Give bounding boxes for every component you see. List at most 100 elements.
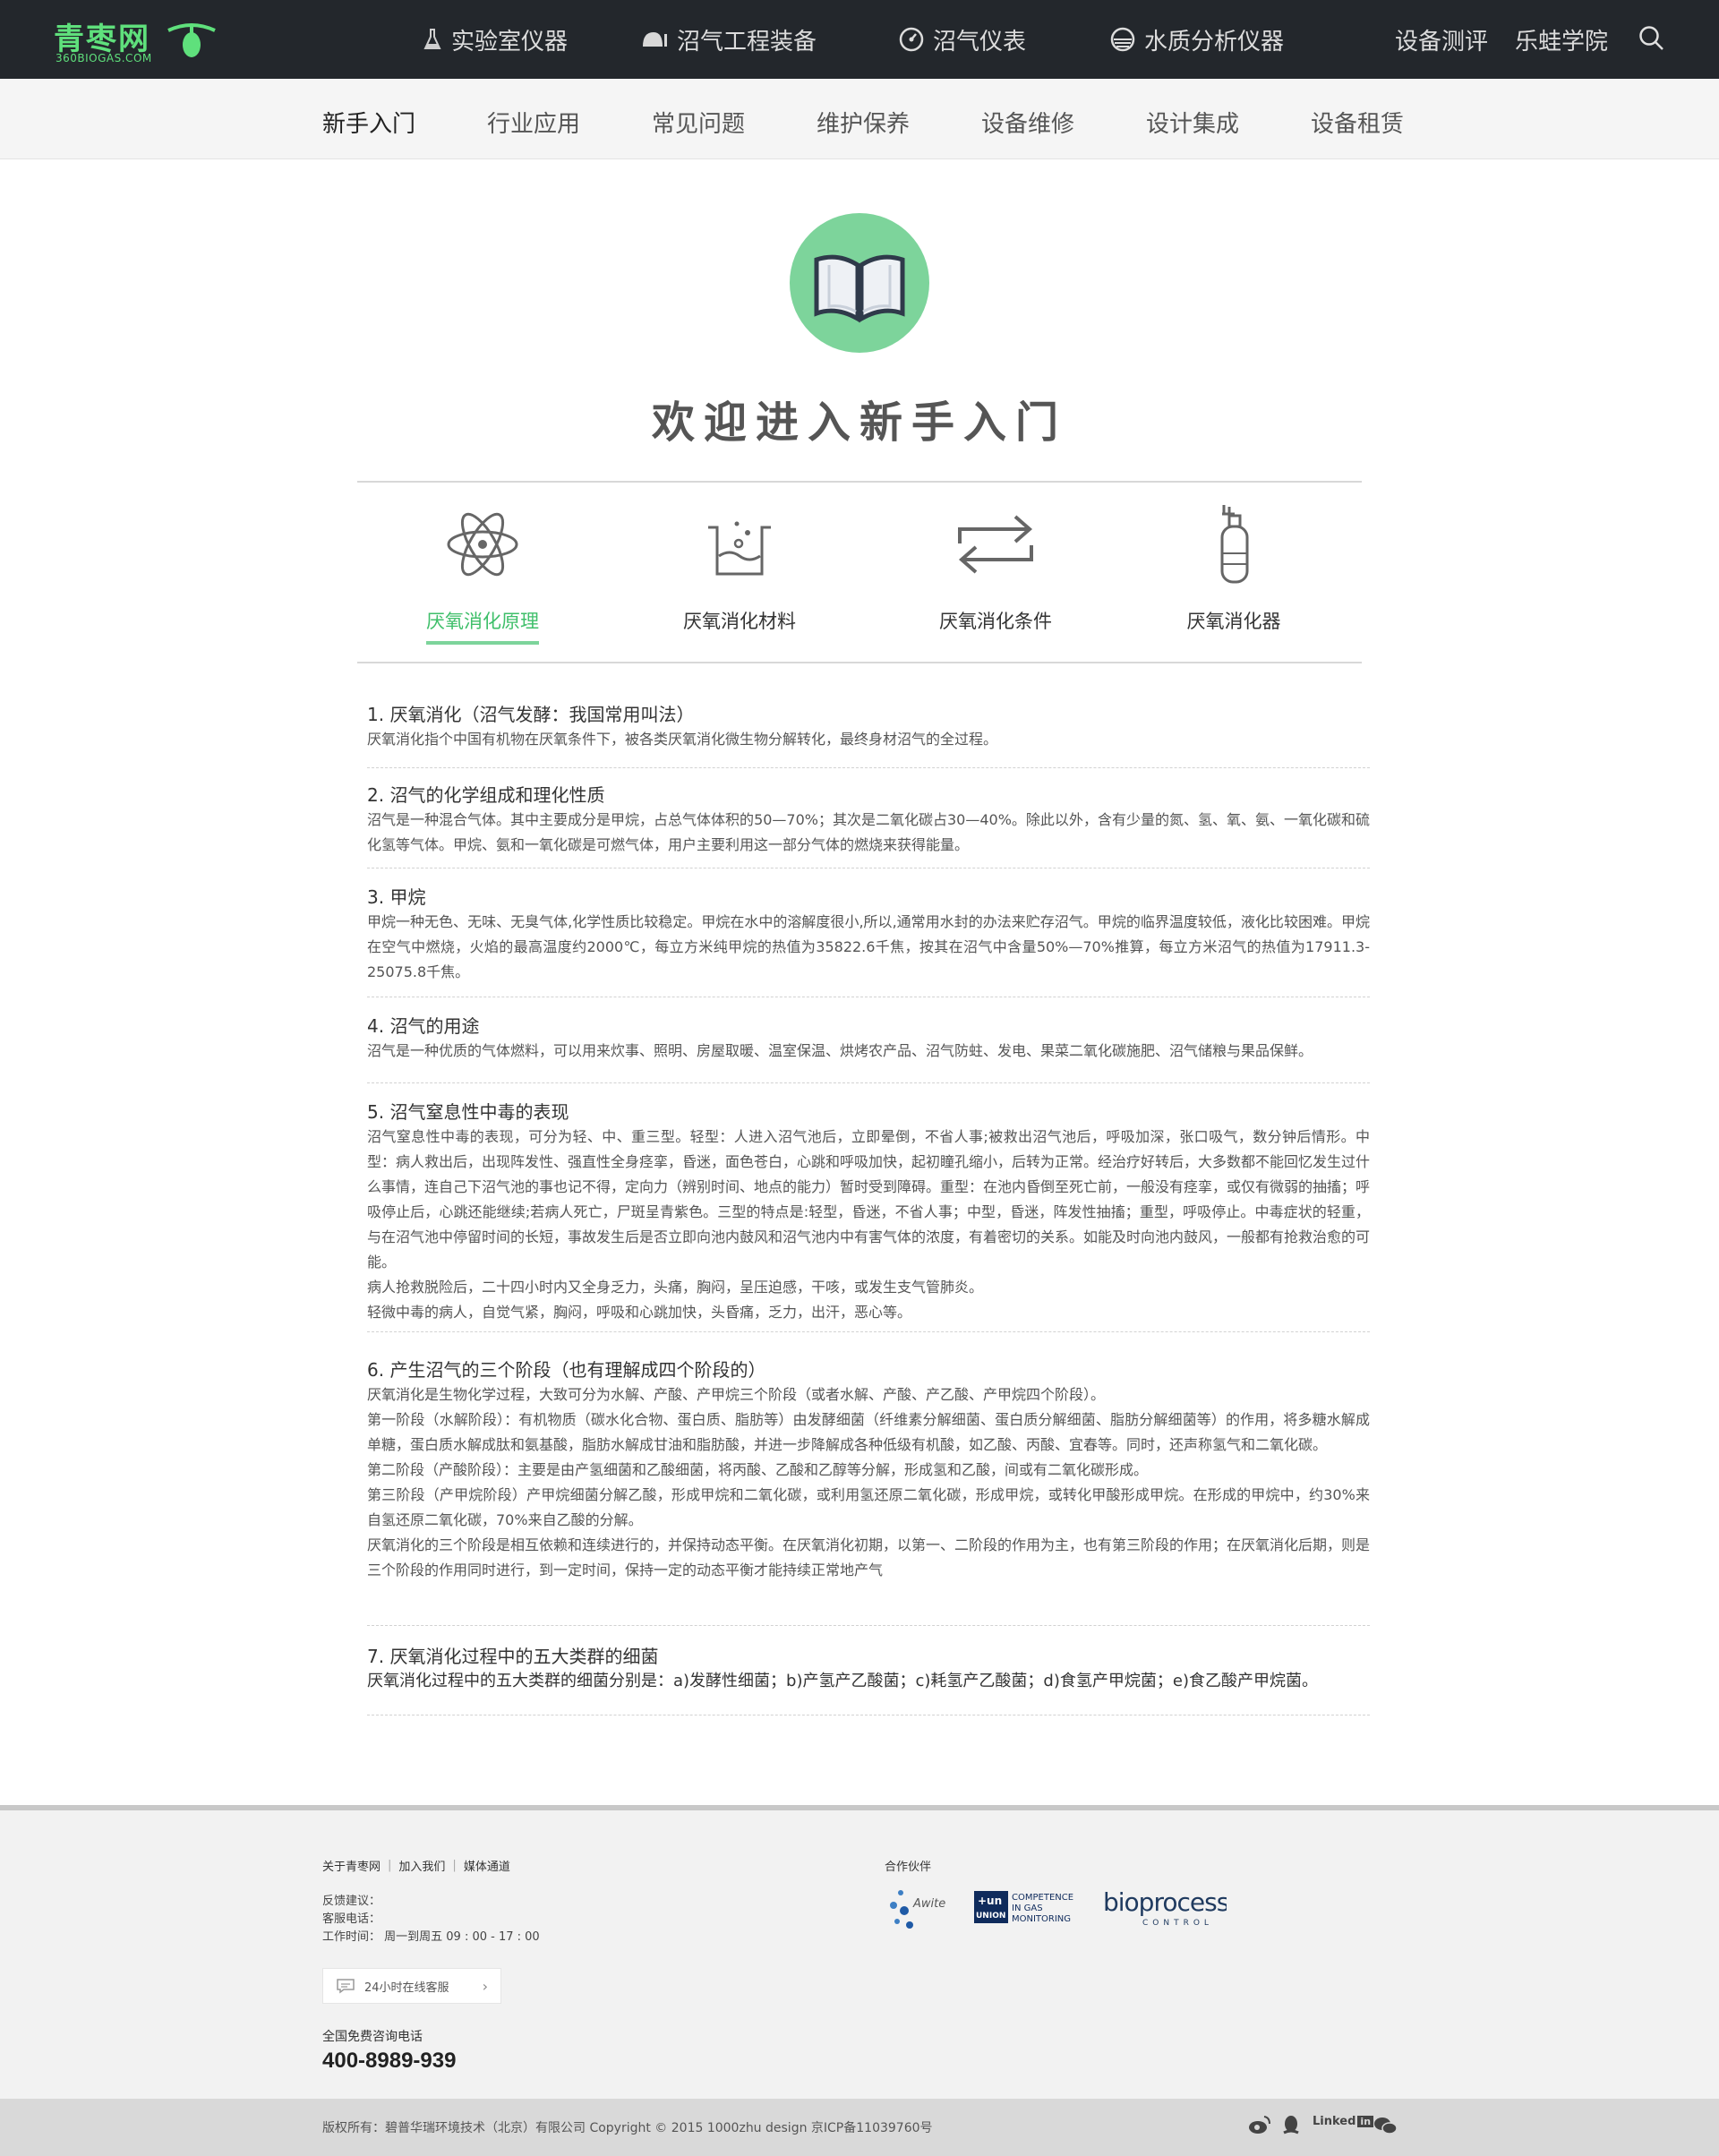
- article-section: 1. 厌氧消化（沼气发酵：我国常用叫法） 厌氧消化指个中国有机物在厌氧条件下，被…: [367, 702, 1370, 768]
- category-tab-digester[interactable]: 厌氧消化器: [1135, 501, 1332, 641]
- water-icon: [1110, 27, 1135, 52]
- footer-links: 关于青枣网 | 加入我们 | 媒体通道: [322, 1857, 510, 1874]
- section-title: 5. 沼气窒息性中毒的表现: [367, 1101, 569, 1123]
- top-navigation-bar: 青枣网 360BIOGAS.COM 实验室仪器 沼气工程装备 沼气仪表 水质分析…: [0, 0, 1719, 79]
- site-logo[interactable]: 青枣网 360BIOGAS.COM: [54, 14, 233, 64]
- section-text: 沼气窒息性中毒的表现，可分为轻、中、重三型。轻型：人进入沼气池后，立即晕倒，不省…: [367, 1128, 1371, 1270]
- separator: |: [388, 1859, 392, 1872]
- wechat-icon[interactable]: [1373, 2115, 1398, 2136]
- section-text: 第一阶段（水解阶段）：有机物质（碳水化合物、蛋白质、脂肪等）由发酵细菌（纤维素分…: [367, 1411, 1370, 1453]
- section-text: 沼气是一种混合气体。其中主要成分是甲烷，占总气体体积的50—70%；其次是二氧化…: [367, 811, 1370, 853]
- chat-icon: [337, 1979, 355, 1994]
- topnav-biogas-equipment[interactable]: 沼气工程装备: [641, 0, 817, 79]
- tank-icon: [641, 29, 668, 50]
- article-section: 7. 厌氧消化过程中的五大类群的细菌 厌氧消化过程中的五大类群的细菌分别是：a)…: [367, 1644, 1370, 1715]
- svg-text:IN GAS: IN GAS: [1012, 1904, 1043, 1913]
- section-text: 第二阶段（产酸阶段）：主要是由产氢细菌和乙酸细菌，将丙酸、乙酸和乙醇等分解，形成…: [367, 1461, 1149, 1478]
- divider: [357, 481, 1362, 483]
- hotline-label: 全国免费咨询电话: [322, 2030, 423, 2044]
- section-title: 6. 产生沼气的三个阶段（也有理解成四个阶段的）: [367, 1359, 766, 1381]
- weibo-icon[interactable]: [1248, 2115, 1271, 2135]
- divider: [357, 662, 1362, 663]
- copyright-text: 版权所有：碧普华瑞环境技术（北京）有限公司 Copyright © 2015 1…: [322, 2121, 933, 2135]
- svg-text:UNION: UNION: [976, 1912, 1005, 1921]
- topnav-biogas-meters[interactable]: 沼气仪表: [899, 0, 1026, 79]
- subnav-design-integration[interactable]: 设计集成: [1146, 106, 1239, 139]
- section-text: 第三阶段（产甲烷阶段）产甲烷细菌分解乙酸，形成甲烷和二氧化碳，或利用氢还原二氧化…: [367, 1486, 1370, 1528]
- search-icon[interactable]: [1638, 25, 1665, 56]
- svg-text:Awite: Awite: [912, 1897, 945, 1911]
- subnav-equipment-repair[interactable]: 设备维修: [981, 106, 1074, 139]
- section-text: 沼气是一种优质的气体燃料，可以用来炊事、照明、房屋取暖、温室保温、烘烤农产品、沼…: [367, 1042, 1313, 1059]
- section-text: 厌氧消化是生物化学过程，大致可分为水解、产酸、产甲烷三个阶段（或者水解、产酸、产…: [367, 1386, 1106, 1403]
- linkedin-icon[interactable]: Linked in: [1313, 2115, 1374, 2128]
- subnav-getting-started[interactable]: 新手入门: [322, 106, 415, 139]
- article-section: 6. 产生沼气的三个阶段（也有理解成四个阶段的） 厌氧消化是生物化学过程，大致可…: [367, 1357, 1370, 1626]
- gauge-icon: [899, 27, 924, 52]
- category-label: 厌氧消化条件: [939, 611, 1052, 632]
- section-title: 4. 沼气的用途: [367, 1015, 480, 1037]
- sub-navigation: 新手入门 行业应用 常见问题 维护保养 设备维修 设计集成 设备租赁: [0, 79, 1719, 159]
- copyright-bar: 版权所有：碧普华瑞环境技术（北京）有限公司 Copyright © 2015 1…: [0, 2099, 1719, 2156]
- jujube-logo-icon: [167, 23, 216, 57]
- subnav-maintenance[interactable]: 维护保养: [817, 106, 910, 139]
- linkedin-text: Linked: [1313, 2115, 1356, 2128]
- article-section: 5. 沼气窒息性中毒的表现 沼气窒息性中毒的表现，可分为轻、中、重三型。轻型：人…: [367, 1099, 1370, 1332]
- service-phone-label: 客服电话：: [322, 1912, 381, 1926]
- logo-domain: 360BIOGAS.COM: [56, 52, 152, 64]
- section-title: 2. 沼气的化学组成和理化性质: [367, 784, 605, 806]
- section-text: 甲烷一种无色、无味、无臭气体,化学性质比较稳定。甲烷在水中的溶解度很小,所以,通…: [367, 913, 1370, 980]
- gas-cylinder-icon: [1135, 501, 1332, 587]
- topnav-lab-instruments[interactable]: 实验室仪器: [423, 0, 568, 79]
- topnav-water-analysis[interactable]: 水质分析仪器: [1110, 0, 1284, 79]
- section-text: 厌氧消化的三个阶段是相互依赖和连续进行的，并保持动态平衡。在厌氧消化初期，以第一…: [367, 1536, 1371, 1578]
- linkedin-in-glyph: in: [1357, 2116, 1374, 2127]
- category-tab-materials[interactable]: 厌氧消化材料: [641, 501, 838, 641]
- svg-text:MONITORING: MONITORING: [1012, 1914, 1071, 1924]
- working-hours: 工作时间： 周一到周五 09 : 00 - 17 : 00: [322, 1930, 540, 1944]
- topnav-label: 实验室仪器: [451, 28, 569, 56]
- article-section: 2. 沼气的化学组成和理化性质 沼气是一种混合气体。其中主要成分是甲烷，占总气体…: [367, 783, 1370, 868]
- svg-text:COMPETENCE: COMPETENCE: [1012, 1893, 1073, 1903]
- page-title: 欢迎进入新手入门: [651, 398, 1067, 448]
- partner-logo-union[interactable]: +un UNION COMPETENCE IN GAS MONITORING: [974, 1889, 1087, 1925]
- book-icon: [790, 213, 929, 353]
- partner-logo-bioprocess[interactable]: bioprocess CONTROL: [1101, 1887, 1230, 1929]
- section-title: 3. 甲烷: [367, 886, 426, 908]
- category-label: 厌氧消化材料: [683, 611, 796, 632]
- svg-text:+un: +un: [978, 1895, 1002, 1907]
- footer-link-join[interactable]: 加入我们: [398, 1857, 445, 1874]
- category-tab-conditions[interactable]: 厌氧消化条件: [897, 501, 1094, 641]
- topnav-frog-academy[interactable]: 乐蛙学院: [1515, 0, 1608, 79]
- separator: |: [452, 1859, 457, 1872]
- footer-link-media[interactable]: 媒体通道: [464, 1857, 510, 1874]
- partners-label: 合作伙伴: [885, 1861, 932, 1874]
- footer-link-about[interactable]: 关于青枣网: [322, 1857, 381, 1874]
- section-text: 厌氧消化过程中的五大类群的细菌分别是：a)发酵性细菌；b)产氢产乙酸菌；c)耗氢…: [367, 1672, 1318, 1690]
- topnav-equipment-review[interactable]: 设备测评: [1395, 0, 1488, 79]
- topnav-label: 水质分析仪器: [1144, 28, 1285, 56]
- partner-logo-awite[interactable]: Awite: [885, 1884, 956, 1934]
- category-label: 厌氧消化器: [1186, 611, 1281, 632]
- footer: 关于青枣网 | 加入我们 | 媒体通道 反馈建议： 客服电话： 工作时间： 周一…: [0, 1805, 1719, 2099]
- subnav-equipment-rental[interactable]: 设备租赁: [1311, 106, 1404, 139]
- feedback-label: 反馈建议：: [322, 1895, 381, 1908]
- hotline-number: 400-8989-939: [322, 2049, 457, 2073]
- chevron-right-icon: ›: [482, 1978, 488, 1995]
- subnav-industry-applications[interactable]: 行业应用: [487, 106, 580, 139]
- subnav-faq[interactable]: 常见问题: [652, 106, 745, 139]
- category-tab-principle[interactable]: 厌氧消化原理: [384, 501, 581, 645]
- topnav-label: 沼气工程装备: [677, 28, 817, 56]
- beaker-icon: [641, 501, 838, 587]
- section-text: 病人抢救脱险后，二十四小时内又全身乏力，头痛，胸闷，呈压迫感，干咳，或发生支气管…: [367, 1279, 984, 1296]
- article-section: 4. 沼气的用途 沼气是一种优质的气体燃料，可以用来炊事、照明、房屋取暖、温室保…: [367, 1014, 1370, 1083]
- atom-icon: [384, 501, 581, 587]
- topnav-label: 沼气仪表: [933, 28, 1027, 56]
- section-text: 厌氧消化指个中国有机物在厌氧条件下，被各类厌氧消化微生物分解转化，最终身材沼气的…: [367, 731, 998, 748]
- section-title: 7. 厌氧消化过程中的五大类群的细菌: [367, 1646, 659, 1667]
- exchange-icon: [897, 501, 1094, 587]
- online-service-button[interactable]: 24小时在线客服 ›: [322, 1968, 501, 2004]
- qq-icon[interactable]: [1282, 2115, 1300, 2136]
- section-text: 轻微中毒的病人，自觉气紧，胸闷，呼吸和心跳加快，头昏痛，乏力，出汗，恶心等。: [367, 1304, 912, 1321]
- article-section: 3. 甲烷 甲烷一种无色、无味、无臭气体,化学性质比较稳定。甲烷在水中的溶解度很…: [367, 885, 1370, 997]
